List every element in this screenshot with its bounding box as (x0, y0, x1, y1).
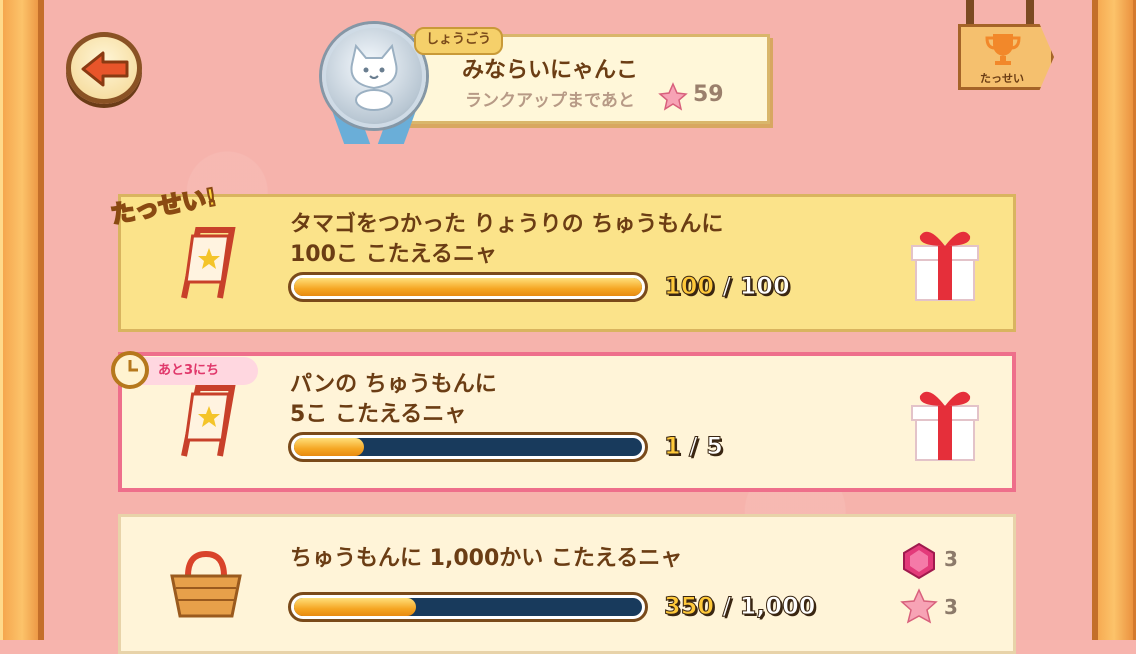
progress-fill (294, 278, 642, 296)
title-tag: しょうごう (414, 27, 504, 55)
gem-icon (903, 542, 935, 580)
mission-line1: ちゅうもんに 1,000かい こたえるニャ (290, 546, 683, 571)
gift-box-icon[interactable] (908, 224, 982, 304)
progress-fill (294, 598, 416, 616)
title-name: みならいにゃんこ (462, 58, 639, 83)
back-button[interactable] (66, 32, 142, 104)
right-frame (1092, 0, 1136, 640)
star-icon (658, 82, 688, 111)
back-arrow-icon (81, 51, 129, 87)
progress-counter: 1 / 5 (664, 432, 724, 461)
clock-icon (111, 351, 149, 389)
rank-up-count: 59 (693, 82, 724, 107)
rank-up-label: ランクアップまであと (465, 91, 635, 111)
progress-counter: 100 / 100 (663, 272, 790, 301)
mission-card (118, 514, 1016, 654)
progress-counter: 350 / 1,000 (663, 592, 816, 621)
reward-gem-count: 3 (944, 547, 958, 571)
mission-progress-bar (288, 272, 648, 302)
left-frame (0, 0, 44, 640)
mission-line2: 100こ こたえるニャ (290, 242, 497, 267)
cat-medal-icon (322, 24, 426, 128)
signboard-icon (181, 385, 236, 457)
gift-box-icon (911, 391, 979, 461)
trophy-icon (985, 34, 1021, 65)
mission-line1: パンの ちゅうもんに (290, 372, 497, 397)
signboard-icon (181, 227, 236, 299)
mission-progress-bar (288, 432, 648, 462)
progress-fill (294, 438, 364, 456)
mission-line2: 5こ こたえるニャ (290, 402, 467, 427)
basket-icon (170, 550, 242, 618)
reward-star-count: 3 (944, 595, 958, 619)
star-icon (900, 588, 938, 624)
achievements-label: たっせい (980, 72, 1024, 85)
mission-progress-bar (288, 592, 648, 622)
mission-line1: タマゴをつかった りょうりの ちゅうもんに (290, 212, 724, 237)
